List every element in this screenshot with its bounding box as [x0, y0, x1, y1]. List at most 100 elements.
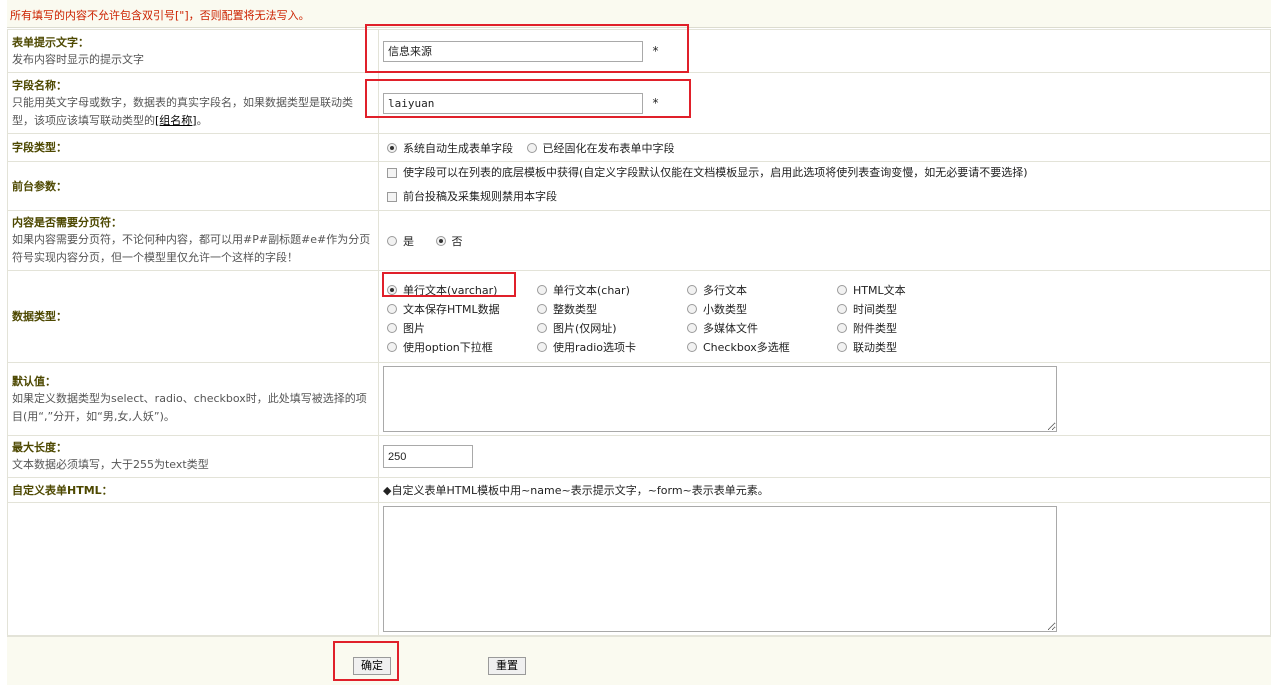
radio-icon[interactable]	[837, 303, 847, 314]
radio-icon[interactable]	[387, 284, 397, 295]
pagination-option-no[interactable]: 否	[435, 233, 463, 249]
label-cell: 字段类型：	[7, 133, 379, 162]
value-cell: *	[378, 72, 1271, 134]
field-name-input[interactable]	[383, 92, 643, 114]
label-cell: 默认值： 如果定义数据类型为select、radio、checkbox时，此处填…	[7, 362, 379, 436]
data-type-options: 单行文本(varchar) 单行文本(char) 多行文本 HTML文本 文本保…	[383, 277, 1270, 357]
radio-icon[interactable]	[435, 235, 446, 246]
label-cell	[7, 502, 379, 636]
default-value-title: 默认值：	[12, 374, 56, 388]
row-field-type: 字段类型： 系统自动生成表单字段 已经固化在发布表单中字段	[7, 133, 1271, 162]
data-type-option[interactable]: 整数类型	[537, 301, 687, 317]
data-type-option[interactable]: 使用option下拉框	[387, 339, 537, 355]
field-type-title: 字段类型：	[12, 141, 67, 154]
radio-icon[interactable]	[837, 341, 847, 352]
data-type-option[interactable]: 时间类型	[837, 301, 987, 317]
data-type-option[interactable]: 联动类型	[837, 339, 987, 355]
field-name-title: 字段名称：	[12, 78, 67, 92]
data-type-option[interactable]: 小数类型	[687, 301, 837, 317]
label-cell: 表单提示文字： 发布内容时显示的提示文字	[7, 29, 379, 73]
row-frontend-params: 前台参数： 使字段可以在列表的底层模板中获得(自定义字段默认仅能在文档模板显示，…	[7, 161, 1271, 211]
radio-icon[interactable]	[387, 322, 397, 333]
data-type-option[interactable]: 多媒体文件	[687, 320, 837, 336]
data-type-option[interactable]: HTML文本	[837, 282, 987, 298]
data-type-option[interactable]: 文本保存HTML数据	[387, 301, 537, 317]
confirm-button[interactable]: 确定	[353, 657, 391, 675]
data-type-option[interactable]: 图片(仅网址)	[537, 320, 687, 336]
radio-icon[interactable]	[537, 284, 547, 295]
label-cell: 自定义表单HTML：	[7, 477, 379, 503]
max-length-title: 最大长度：	[12, 441, 67, 454]
data-type-option[interactable]: 使用radio选项卡	[537, 339, 687, 355]
radio-icon[interactable]	[387, 142, 397, 153]
prompt-text-title: 表单提示文字：	[12, 35, 89, 49]
data-type-option[interactable]: Checkbox多选框	[687, 339, 837, 355]
custom-html-hint: ◆自定义表单HTML模板中用~name~表示提示文字，~form~表示表单元素。	[383, 484, 769, 497]
label-cell: 数据类型：	[7, 270, 379, 363]
row-custom-html: 自定义表单HTML： ◆自定义表单HTML模板中用~name~表示提示文字，~f…	[7, 477, 1271, 503]
default-value-textarea[interactable]	[383, 366, 1057, 432]
data-type-option[interactable]: 单行文本(varchar)	[387, 282, 537, 298]
prompt-text-desc: 发布内容时显示的提示文字	[12, 52, 144, 66]
checkbox-icon[interactable]	[387, 168, 397, 178]
row-prompt-text: 表单提示文字： 发布内容时显示的提示文字 *	[7, 29, 1271, 73]
form-frame: 所有填写的内容不允许包含双引号["]，否则配置将无法写入。 表单提示文字： 发布…	[7, 0, 1271, 685]
row-max-length: 最大长度： 文本数据必须填写，大于255为text类型	[7, 435, 1271, 478]
pagination-desc: 如果内容需要分页符，不论何种内容，都可以用#P#副标题#e#作为分页符号实现内容…	[12, 233, 371, 264]
radio-icon[interactable]	[387, 235, 397, 246]
radio-icon[interactable]	[387, 341, 397, 352]
data-type-option[interactable]: 附件类型	[837, 320, 987, 336]
max-length-input[interactable]	[383, 445, 473, 468]
value-cell: 单行文本(varchar) 单行文本(char) 多行文本 HTML文本 文本保…	[378, 270, 1271, 363]
row-custom-html-editor	[7, 502, 1271, 636]
reset-button[interactable]: 重置	[488, 657, 526, 675]
frontend-option-list-template[interactable]: 使字段可以在列表的底层模板中获得(自定义字段默认仅能在文档模板显示，启用此选项将…	[387, 162, 1028, 184]
pagination-title: 内容是否需要分页符：	[12, 216, 122, 229]
row-data-type: 数据类型： 单行文本(varchar) 单行文本(char) 多行文本 HTML…	[7, 270, 1271, 363]
frontend-option-disable-submit[interactable]: 前台投稿及采集规则禁用本字段	[387, 186, 557, 208]
checkbox-icon[interactable]	[387, 192, 397, 202]
radio-icon[interactable]	[526, 142, 537, 153]
button-row: 确定 重置	[7, 636, 1271, 685]
radio-icon[interactable]	[537, 322, 547, 333]
custom-html-textarea[interactable]	[383, 506, 1057, 632]
data-type-title: 数据类型：	[12, 310, 67, 323]
field-name-desc: 只能用英文字母或数字，数据表的真实字段名，如果数据类型是联动类型，该项应该填写联…	[12, 95, 353, 127]
default-value-desc: 如果定义数据类型为select、radio、checkbox时，此处填写被选择的…	[12, 391, 367, 423]
row-pagination: 内容是否需要分页符： 如果内容需要分页符，不论何种内容，都可以用#P#副标题#e…	[7, 210, 1271, 271]
value-cell	[378, 362, 1271, 436]
value-cell: *	[378, 29, 1271, 73]
label-cell: 最大长度： 文本数据必须填写，大于255为text类型	[7, 435, 379, 478]
radio-icon[interactable]	[537, 341, 547, 352]
row-field-name: 字段名称： 只能用英文字母或数字，数据表的真实字段名，如果数据类型是联动类型，该…	[7, 72, 1271, 134]
value-cell: ◆自定义表单HTML模板中用~name~表示提示文字，~form~表示表单元素。	[378, 477, 1271, 503]
radio-icon[interactable]	[687, 284, 697, 295]
row-default-value: 默认值： 如果定义数据类型为select、radio、checkbox时，此处填…	[7, 362, 1271, 436]
radio-icon[interactable]	[687, 322, 697, 333]
radio-icon[interactable]	[537, 303, 547, 314]
required-mark: *	[652, 95, 659, 110]
label-cell: 前台参数：	[7, 161, 379, 211]
prompt-text-input[interactable]	[383, 40, 643, 62]
group-name-link[interactable]: [组名称]	[155, 114, 197, 127]
value-cell: 使字段可以在列表的底层模板中获得(自定义字段默认仅能在文档模板显示，启用此选项将…	[378, 161, 1271, 211]
field-form-table: 表单提示文字： 发布内容时显示的提示文字 * 字段名称： 只能用英文字母或数字，…	[7, 29, 1271, 636]
value-cell	[378, 435, 1271, 478]
radio-icon[interactable]	[837, 322, 847, 333]
required-mark: *	[652, 44, 659, 58]
pagination-option-yes[interactable]: 是	[387, 233, 414, 249]
data-type-option[interactable]: 单行文本(char)	[537, 282, 687, 298]
frontend-params-title: 前台参数：	[12, 179, 67, 193]
value-cell	[378, 502, 1271, 636]
field-type-option-fixed[interactable]: 已经固化在发布表单中字段	[526, 140, 675, 156]
notice-banner: 所有填写的内容不允许包含双引号["]，否则配置将无法写入。	[7, 0, 1271, 28]
data-type-option[interactable]: 图片	[387, 320, 537, 336]
label-cell: 内容是否需要分页符： 如果内容需要分页符，不论何种内容，都可以用#P#副标题#e…	[7, 210, 379, 271]
radio-icon[interactable]	[687, 303, 697, 314]
radio-icon[interactable]	[387, 303, 397, 314]
radio-icon[interactable]	[837, 284, 847, 295]
data-type-option[interactable]: 多行文本	[687, 282, 837, 298]
value-cell: 系统自动生成表单字段 已经固化在发布表单中字段	[378, 133, 1271, 162]
field-type-option-auto[interactable]: 系统自动生成表单字段	[387, 140, 513, 156]
radio-icon[interactable]	[687, 341, 697, 352]
